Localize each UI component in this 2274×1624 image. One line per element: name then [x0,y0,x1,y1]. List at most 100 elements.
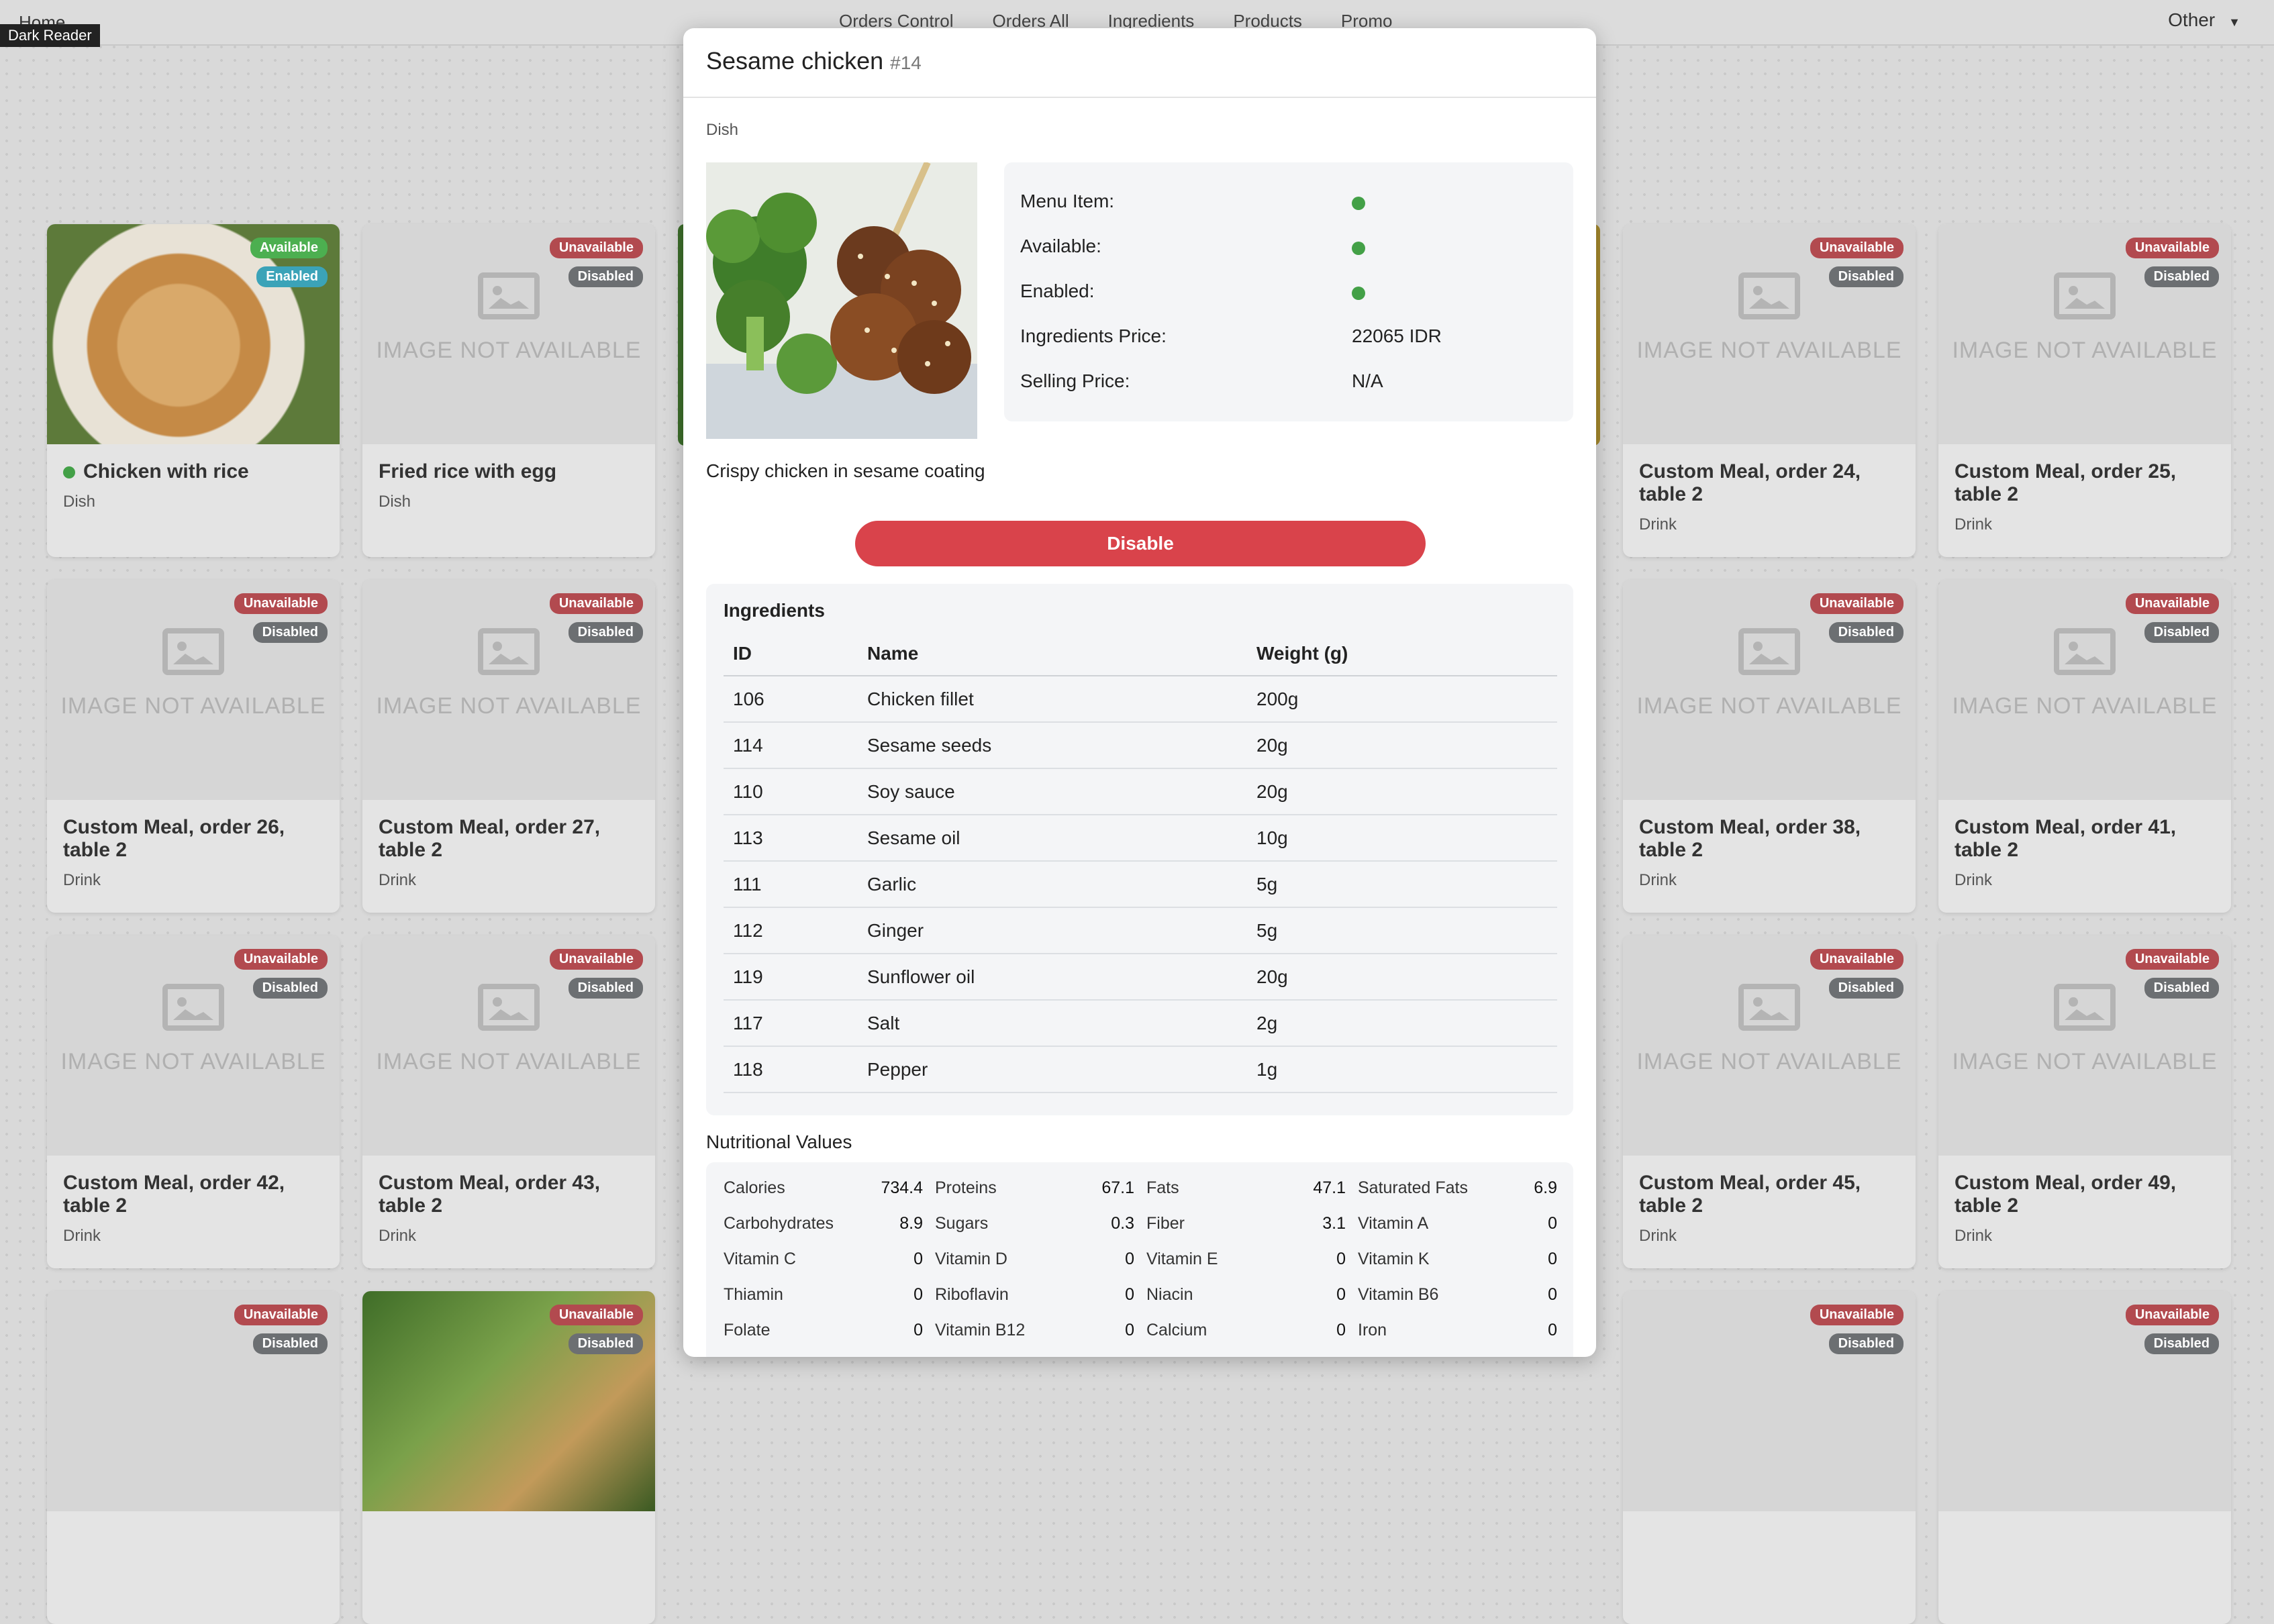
product-card[interactable]: IMAGE NOT AVAILABLE Unavailable Disabled… [362,935,655,1268]
ingredient-name: Salt [858,1000,1247,1047]
product-card[interactable]: IMAGE NOT AVAILABLE Unavailable Disabled… [362,224,655,557]
image-not-available-text: IMAGE NOT AVAILABLE [376,1049,642,1074]
product-category: Dish [63,493,96,511]
status-badge-unavailable: Unavailable [2125,238,2219,258]
ingredient-weight: 20g [1247,954,1557,1001]
product-category: Drink [379,1227,417,1245]
ingredient-name: Sesame oil [858,815,1247,862]
modal-header: Sesame chicken #14 [683,28,1596,98]
image-not-available-text: IMAGE NOT AVAILABLE [60,1049,326,1074]
status-badge-unavailable: Unavailable [1810,238,1904,258]
selling-price-label: Selling Price: [1020,370,1130,391]
image-icon [1738,272,1800,319]
status-dot-icon [63,466,75,479]
nutrition-item-saturated-fats: Saturated Fats 6.9 [1358,1178,1557,1197]
available-status-dot [1352,238,1365,260]
table-row: 111 Garlic 5g [724,861,1557,908]
product-title: Custom Meal, order 38, table 2 [1639,816,1861,861]
product-card[interactable]: Unavailable Disabled [1938,1291,2231,1624]
status-badges: Unavailable Disabled [234,593,328,643]
status-badges: Unavailable Disabled [2125,1305,2219,1354]
table-row: 106 Chicken fillet 200g [724,676,1557,723]
status-badge-disabled: Disabled [1828,1333,1904,1354]
image-icon [162,984,224,1031]
status-badge-unavailable: Unavailable [549,949,643,970]
product-category: Drink [1955,515,1993,534]
nutrition-item-fats: Fats 47.1 [1146,1178,1346,1197]
product-category: Drink [1955,871,1993,889]
product-card[interactable]: IMAGE NOT AVAILABLE Unavailable Disabled… [1623,224,1916,557]
product-card[interactable]: Unavailable Disabled [47,1291,340,1624]
table-row: 117 Salt 2g [724,1000,1557,1047]
ingredient-weight: 5g [1247,907,1557,954]
nutrition-item-thiamin: Thiamin 0 [724,1285,923,1304]
dark-reader-tooltip: Dark Reader [0,24,100,47]
ingredient-weight: 5g [1247,861,1557,908]
nutrition-item-proteins: Proteins 67.1 [935,1178,1134,1197]
ingredient-id: 111 [724,861,858,908]
table-row: 112 Ginger 5g [724,907,1557,954]
nutrition-item-calcium: Calcium 0 [1146,1321,1346,1339]
ingredient-name: Garlic [858,861,1247,908]
status-badge-enabled: Enabled [256,266,328,287]
image-icon [478,628,540,675]
ingredient-id: 113 [724,815,858,862]
product-info-panel: Menu Item: Available: Enabled: Ingredien… [1004,162,1573,421]
image-not-available-text: IMAGE NOT AVAILABLE [1636,693,1902,719]
product-category: Dish [706,121,739,139]
nutrition-item-niacin: Niacin 0 [1146,1285,1346,1304]
status-badge-unavailable: Unavailable [234,593,328,614]
status-badge-unavailable: Unavailable [234,1305,328,1325]
product-card[interactable]: IMAGE NOT AVAILABLE Unavailable Disabled… [47,580,340,913]
status-badges: Unavailable Disabled [549,949,643,999]
product-title: Custom Meal, order 26, table 2 [63,816,285,861]
ingredient-weight: 2g [1247,1000,1557,1047]
ingredient-weight: 20g [1247,722,1557,769]
product-title: Custom Meal, order 45, table 2 [1639,1172,1861,1217]
image-icon [478,984,540,1031]
image-not-available-text: IMAGE NOT AVAILABLE [1636,338,1902,363]
product-card[interactable]: Unavailable Disabled [362,1291,655,1624]
product-card[interactable]: IMAGE NOT AVAILABLE Unavailable Disabled… [1623,580,1916,913]
ingredient-name: Sunflower oil [858,954,1247,1001]
status-badge-unavailable: Unavailable [1810,1305,1904,1325]
modal-title: Sesame chicken #14 [706,47,922,74]
nutrition-title: Nutritional Values [706,1131,852,1152]
ingredient-id: 114 [724,722,858,769]
product-title: Custom Meal, order 24, table 2 [1639,460,1861,505]
product-card[interactable]: IMAGE NOT AVAILABLE Unavailable Disabled… [362,580,655,913]
product-card[interactable]: Available Enabled Chicken with rice Dish [47,224,340,557]
status-badge-unavailable: Unavailable [2125,949,2219,970]
nav-other-dropdown[interactable]: Other ▼ [2168,9,2240,31]
sesame-chicken-image [706,162,977,439]
disable-button[interactable]: Disable [855,521,1426,566]
product-card[interactable]: IMAGE NOT AVAILABLE Unavailable Disabled… [1938,935,2231,1268]
product-title: Custom Meal, order 43, table 2 [379,1172,601,1217]
product-card[interactable]: IMAGE NOT AVAILABLE Unavailable Disabled… [1938,224,2231,557]
ingredient-weight: 10g [1247,815,1557,862]
product-card[interactable]: IMAGE NOT AVAILABLE Unavailable Disabled… [1938,580,2231,913]
status-badge-disabled: Disabled [2144,266,2219,287]
image-not-available-text: IMAGE NOT AVAILABLE [376,693,642,719]
image-icon [2054,984,2116,1031]
ingredient-name: Sesame seeds [858,722,1247,769]
product-card[interactable]: IMAGE NOT AVAILABLE Unavailable Disabled… [1623,935,1916,1268]
status-badge-unavailable: Unavailable [234,949,328,970]
ingredient-weight: 200g [1247,676,1557,723]
product-category: Drink [1955,1227,1993,1245]
nutrition-item-carbohydrates: Carbohydrates 8.9 [724,1214,923,1233]
product-category: Drink [63,871,101,889]
status-badge-disabled: Disabled [2144,622,2219,643]
image-icon [2054,272,2116,319]
status-badge-unavailable: Unavailable [2125,593,2219,614]
status-badge-disabled: Disabled [1828,266,1904,287]
product-card[interactable]: IMAGE NOT AVAILABLE Unavailable Disabled… [47,935,340,1268]
product-category: Drink [1639,515,1677,534]
product-card[interactable]: Unavailable Disabled [1623,1291,1916,1624]
ingredient-id: 117 [724,1000,858,1047]
status-badges: Unavailable Disabled [1810,238,1904,287]
nutrition-item-calories: Calories 734.4 [724,1178,923,1197]
status-badge-unavailable: Unavailable [1810,593,1904,614]
ingredient-name: Chicken fillet [858,676,1247,723]
status-badge-disabled: Disabled [2144,978,2219,999]
